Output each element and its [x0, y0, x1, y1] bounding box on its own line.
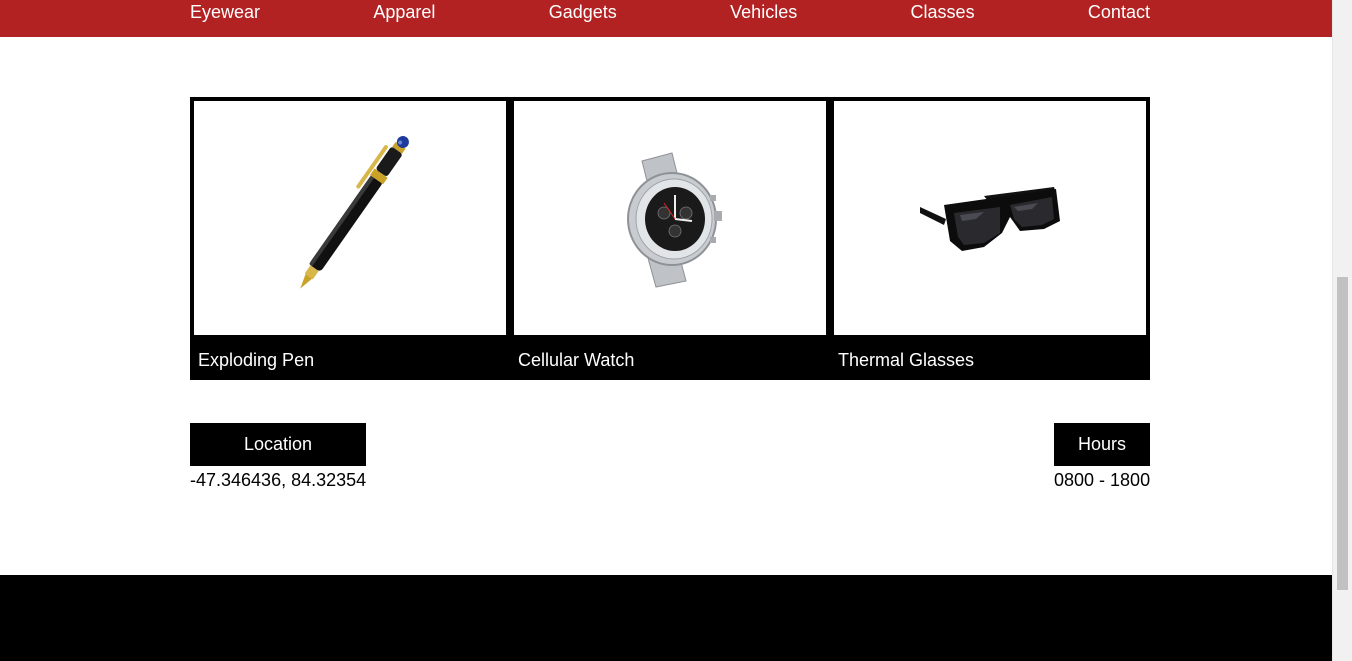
footer — [0, 575, 1332, 661]
scrollbar-thumb[interactable] — [1337, 277, 1348, 590]
product-name[interactable]: Cellular Watch — [518, 350, 634, 370]
nav-link-classes[interactable]: Classes — [911, 0, 975, 24]
location-coordinates: -47.346436, 84.32354 — [190, 470, 367, 490]
hours-value: 0800 - 1800 — [1054, 470, 1151, 490]
product-name[interactable]: Exploding Pen — [198, 350, 314, 370]
location-block: Location -47.346436, 84.32354 — [190, 423, 366, 491]
location-heading: Location — [190, 423, 366, 466]
product-image-glasses[interactable] — [834, 101, 1146, 335]
product-card-thermal-glasses[interactable]: Thermal Glasses — [834, 101, 1146, 380]
product-card-cellular-watch[interactable]: Cellular Watch — [514, 101, 826, 380]
pen-image — [300, 135, 409, 289]
product-image-watch[interactable] — [514, 101, 826, 335]
product-name[interactable]: Thermal Glasses — [838, 350, 974, 370]
hours-heading: Hours — [1054, 423, 1150, 466]
product-image-pen[interactable] — [194, 101, 506, 335]
hours-block: Hours 0800 - 1800 — [1054, 423, 1150, 491]
sunglasses-image — [920, 187, 1060, 251]
vertical-scrollbar[interactable] — [1332, 0, 1352, 661]
top-navbar: Eyewear Apparel Gadgets Vehicles Classes… — [0, 0, 1332, 37]
nav-links: Eyewear Apparel Gadgets Vehicles Classes… — [190, 0, 1150, 37]
nav-link-vehicles[interactable]: Vehicles — [730, 0, 797, 24]
nav-link-contact[interactable]: Contact — [1088, 0, 1150, 24]
watch-image — [627, 152, 722, 288]
nav-link-apparel[interactable]: Apparel — [373, 0, 435, 24]
product-grid: Exploding Pen Cellular Watch Thermal Gla… — [190, 97, 1150, 380]
page: Eyewear Apparel Gadgets Vehicles Classes… — [0, 0, 1332, 661]
nav-link-gadgets[interactable]: Gadgets — [549, 0, 617, 24]
product-card-exploding-pen[interactable]: Exploding Pen — [194, 101, 506, 380]
nav-link-eyewear[interactable]: Eyewear — [190, 0, 260, 24]
